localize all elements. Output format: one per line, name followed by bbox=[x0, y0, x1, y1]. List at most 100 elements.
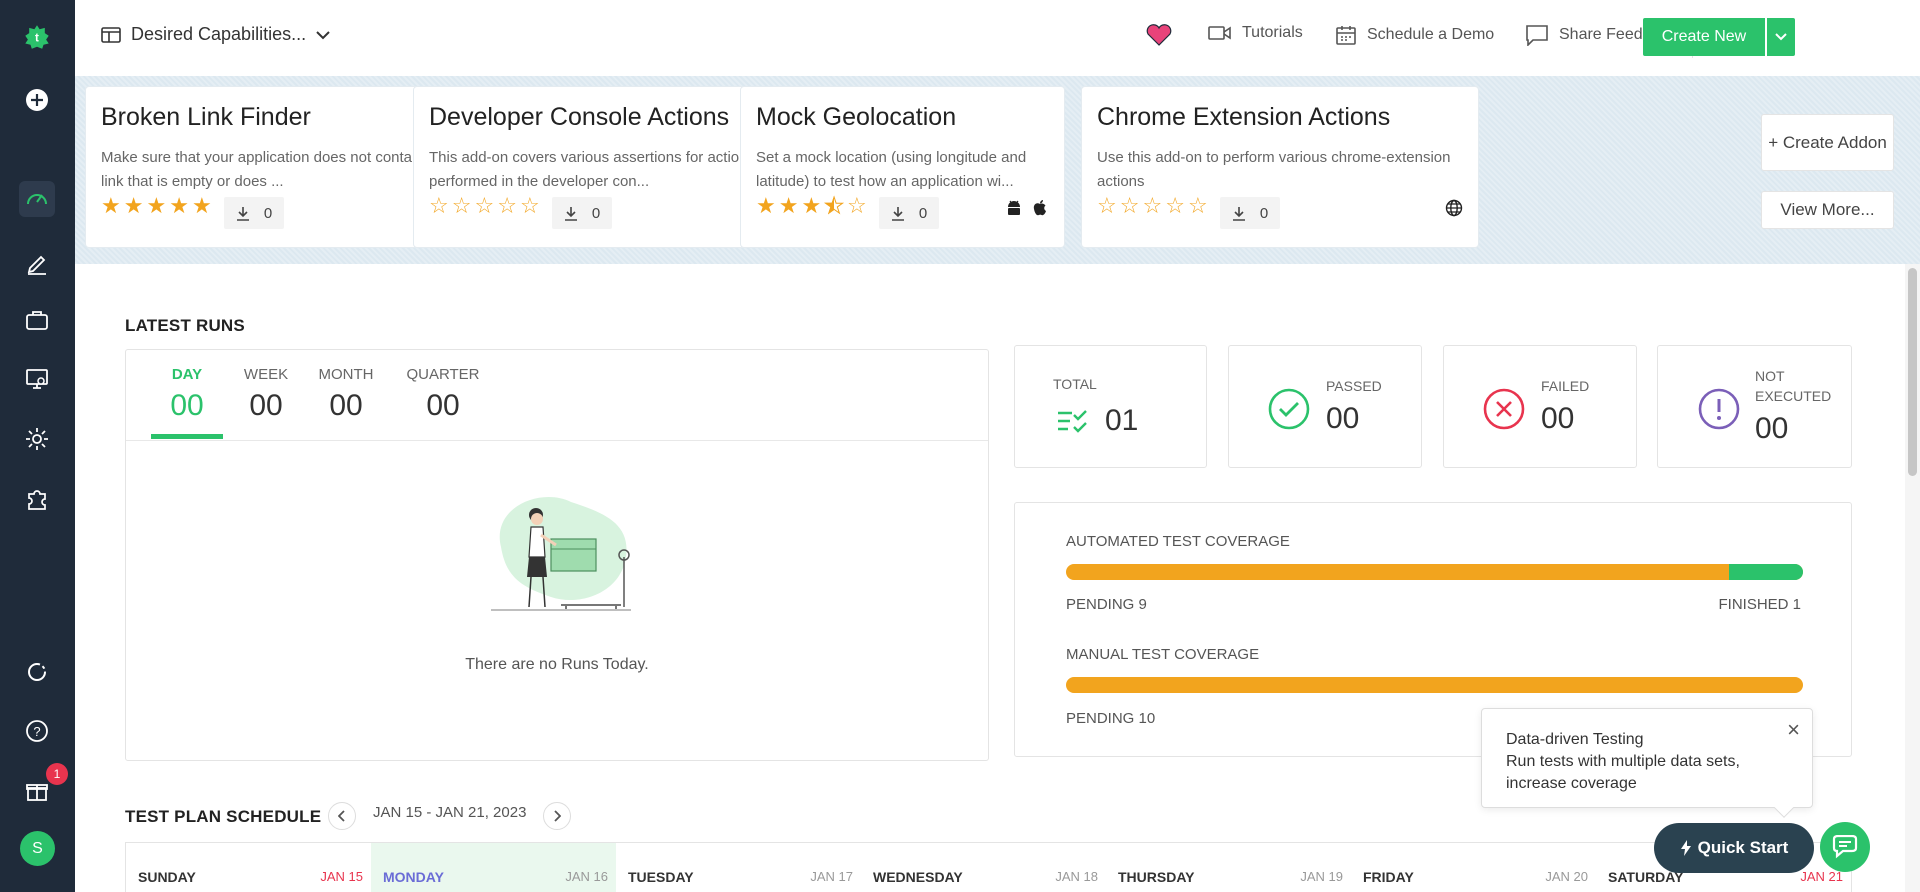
calendar-day[interactable]: THURSDAY JAN 19 bbox=[1106, 843, 1351, 892]
calendar-day[interactable]: WEDNESDAY JAN 18 bbox=[861, 843, 1106, 892]
device-settings-icon[interactable] bbox=[19, 361, 55, 397]
download-count[interactable]: 0 bbox=[224, 197, 284, 229]
help-icon[interactable]: ? bbox=[19, 713, 55, 749]
chat-button[interactable] bbox=[1820, 822, 1870, 872]
star-outline-icon: ☆ bbox=[497, 193, 517, 218]
star-icon: ★ bbox=[169, 193, 189, 218]
stat-label: FAILED bbox=[1541, 378, 1590, 394]
schedule-demo-label: Schedule a Demo bbox=[1367, 26, 1495, 43]
test-plan-schedule-title: TEST PLAN SCHEDULE bbox=[125, 807, 322, 826]
calendar-day[interactable]: FRIDAY JAN 20 bbox=[1351, 843, 1596, 892]
star-icon: ★ bbox=[146, 193, 167, 218]
chat-icon bbox=[1832, 835, 1858, 859]
manual-pending-label: PENDING 10 bbox=[1066, 710, 1156, 727]
svg-text:t: t bbox=[35, 32, 39, 45]
star-icon: ★ bbox=[191, 193, 212, 218]
quick-start-button[interactable]: Quick Start bbox=[1654, 823, 1814, 873]
edit-icon[interactable] bbox=[19, 245, 55, 281]
stat-value: 00 bbox=[1755, 412, 1789, 445]
download-icon bbox=[891, 206, 904, 221]
tab-month[interactable]: MONTH 00 bbox=[306, 366, 386, 423]
dashboard-icon[interactable] bbox=[19, 181, 55, 217]
stat-label: NOT EXECUTED bbox=[1755, 368, 1832, 404]
stat-value: 01 bbox=[1105, 404, 1139, 437]
lightning-icon bbox=[1680, 840, 1691, 856]
breadcrumb[interactable]: Desired Capabilities... bbox=[101, 24, 330, 45]
gear-icon[interactable] bbox=[19, 421, 55, 457]
chevron-down-icon bbox=[316, 30, 330, 39]
latest-runs-panel: DAY 00 WEEK 00 MONTH 00 QUARTER 00 There… bbox=[125, 349, 989, 761]
briefcase-icon[interactable] bbox=[19, 302, 55, 338]
favorite-button[interactable] bbox=[1146, 24, 1172, 46]
automated-pending-label: PENDING 9 bbox=[1066, 596, 1147, 613]
heart-icon bbox=[1146, 24, 1172, 46]
download-count-value: 0 bbox=[918, 204, 928, 222]
stat-label: TOTAL bbox=[1053, 376, 1097, 392]
tab-week[interactable]: WEEK 00 bbox=[231, 366, 301, 423]
tab-label: WEEK bbox=[243, 366, 289, 383]
create-addon-button[interactable]: + Create Addon bbox=[1761, 114, 1894, 171]
stat-failed: FAILED 00 bbox=[1443, 345, 1637, 468]
calendar-day[interactable]: SUNDAY JAN 15 bbox=[126, 843, 371, 892]
close-icon[interactable]: × bbox=[1787, 719, 1800, 741]
quick-start-label: Quick Start bbox=[1697, 838, 1789, 857]
chevron-left-icon bbox=[338, 810, 345, 822]
platform-icons bbox=[1445, 199, 1463, 217]
testsigma-logo-icon[interactable]: t bbox=[19, 19, 55, 55]
addon-card[interactable]: Chrome Extension Actions Use this add-on… bbox=[1081, 86, 1479, 248]
star-outline-icon: ☆ bbox=[474, 193, 495, 218]
prev-week-button[interactable] bbox=[328, 802, 356, 830]
tutorials-link[interactable]: Tutorials bbox=[1208, 24, 1303, 42]
download-count[interactable]: 0 bbox=[1220, 197, 1280, 229]
day-date: JAN 21 bbox=[1800, 869, 1843, 884]
chevron-down-icon bbox=[1775, 33, 1787, 41]
create-new-button[interactable]: Create New bbox=[1643, 18, 1765, 56]
calendar-day-today[interactable]: MONDAY JAN 16 bbox=[371, 843, 616, 892]
create-new-dropdown[interactable] bbox=[1767, 18, 1795, 56]
star-icon: ★ bbox=[756, 193, 776, 218]
puzzle-icon[interactable] bbox=[19, 481, 55, 517]
addon-title: Chrome Extension Actions bbox=[1097, 103, 1391, 131]
star-outline-icon: ☆ bbox=[451, 193, 472, 218]
sync-icon[interactable] bbox=[19, 654, 55, 690]
avatar[interactable]: S bbox=[20, 831, 55, 866]
tab-value: 00 bbox=[329, 389, 363, 422]
addon-description: Use this add-on to perform various chrom… bbox=[1097, 149, 1451, 190]
empty-runs-message: There are no Runs Today. bbox=[465, 656, 649, 673]
download-count[interactable]: 0 bbox=[552, 197, 612, 229]
automated-finished-label: FINISHED 1 bbox=[1718, 596, 1801, 613]
day-name: TUESDAY bbox=[628, 869, 694, 885]
tab-day[interactable]: DAY 00 bbox=[151, 366, 223, 423]
stat-not-executed: NOT EXECUTED 00 bbox=[1657, 345, 1852, 468]
tab-label: MONTH bbox=[318, 366, 374, 383]
download-count[interactable]: 0 bbox=[879, 197, 939, 229]
chat-bubble-icon bbox=[1526, 25, 1548, 46]
manual-coverage-bar bbox=[1066, 677, 1803, 693]
star-outline-icon: ☆ bbox=[1097, 193, 1117, 218]
tab-label: DAY bbox=[171, 366, 203, 383]
star-outline-icon: ☆ bbox=[519, 193, 540, 218]
tab-value: 00 bbox=[249, 389, 283, 422]
add-icon[interactable] bbox=[19, 82, 55, 118]
day-name: MONDAY bbox=[383, 869, 444, 885]
latest-runs-title: LATEST RUNS bbox=[125, 316, 245, 335]
scrollbar-thumb[interactable] bbox=[1908, 268, 1917, 476]
automated-coverage-bar bbox=[1066, 564, 1803, 580]
schedule-demo-link[interactable]: Schedule a Demo bbox=[1335, 24, 1494, 46]
tab-quarter[interactable]: QUARTER 00 bbox=[398, 366, 488, 423]
star-half-icon: ★ bbox=[824, 193, 845, 219]
calendar-icon bbox=[1336, 26, 1356, 45]
star-outline-icon: ☆ bbox=[846, 193, 867, 218]
star-icon: ★ bbox=[123, 193, 144, 218]
globe-icon bbox=[1445, 199, 1463, 217]
automated-coverage-label: AUTOMATED TEST COVERAGE bbox=[1066, 533, 1290, 550]
addon-card[interactable]: Mock Geolocation Set a mock location (us… bbox=[740, 86, 1065, 248]
addon-title: Mock Geolocation bbox=[756, 103, 957, 131]
view-more-button[interactable]: View More... bbox=[1761, 191, 1894, 229]
platform-icons bbox=[1005, 199, 1049, 217]
tab-value: 00 bbox=[426, 389, 460, 422]
next-week-button[interactable] bbox=[543, 802, 571, 830]
star-outline-icon: ☆ bbox=[429, 193, 449, 218]
check-circle-icon bbox=[1268, 388, 1310, 430]
calendar-day[interactable]: TUESDAY JAN 17 bbox=[616, 843, 861, 892]
